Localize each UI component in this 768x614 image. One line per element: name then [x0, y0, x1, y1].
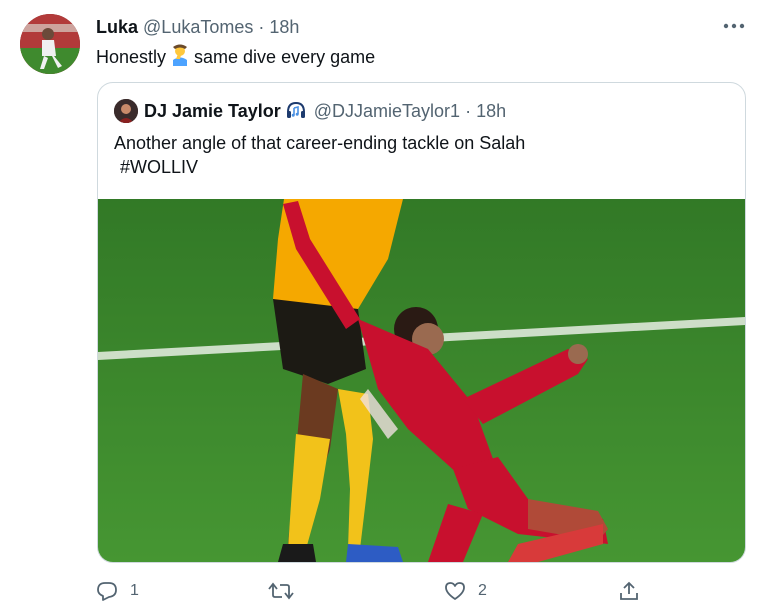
headphones-music-icon: [285, 100, 307, 126]
quoted-tweet-text: Another angle of that career-ending tack…: [114, 131, 525, 179]
share-button[interactable]: [618, 576, 640, 606]
quoted-tweet-text-line: Another angle of that career-ending tack…: [114, 133, 526, 153]
man-facepalming-emoji-icon: [170, 44, 190, 71]
quoted-tweet-time[interactable]: 18h: [476, 101, 506, 121]
author-avatar[interactable]: [20, 14, 80, 74]
time-separator: ·: [258, 17, 265, 37]
share-icon: [618, 580, 640, 602]
author-avatar-image: [20, 14, 80, 74]
quoted-author-handle[interactable]: @DJJamieTaylor1: [314, 101, 460, 121]
heart-icon: [444, 581, 466, 601]
quoted-tweet-header: DJ Jamie Taylor @DJJamieTaylor1 · 18h: [144, 99, 506, 126]
football-tackle-photo: [98, 199, 745, 562]
quoted-author-avatar[interactable]: [114, 99, 138, 123]
reply-icon: [96, 581, 118, 601]
quoted-author-name[interactable]: DJ Jamie Taylor: [144, 101, 281, 121]
more-options-icon[interactable]: [720, 16, 748, 36]
tweet-text-start: Honestly: [96, 47, 167, 67]
reply-button[interactable]: 1: [96, 576, 139, 606]
hashtag-link[interactable]: #WOLLIV: [114, 155, 525, 179]
quoted-time-separator: ·: [465, 101, 472, 121]
quoted-tweet-media[interactable]: [98, 199, 745, 562]
author-name[interactable]: Luka: [96, 17, 138, 37]
author-handle[interactable]: @LukaTomes: [143, 17, 253, 37]
tweet-text: Honestly same dive every game: [96, 44, 375, 71]
quoted-tweet-card[interactable]: DJ Jamie Taylor @DJJamieTaylor1 · 18h An…: [97, 82, 746, 563]
retweet-icon: [268, 581, 294, 601]
tweet-time[interactable]: 18h: [269, 17, 299, 37]
tweet-action-bar: 1 2: [96, 576, 656, 606]
tweet-text-end: same dive every game: [194, 47, 376, 67]
reply-count: 1: [130, 582, 139, 599]
tweet-header: Luka @LukaTomes · 18h: [96, 16, 299, 38]
like-button[interactable]: 2: [444, 576, 487, 606]
like-count: 2: [478, 582, 487, 599]
retweet-button[interactable]: [268, 576, 306, 606]
